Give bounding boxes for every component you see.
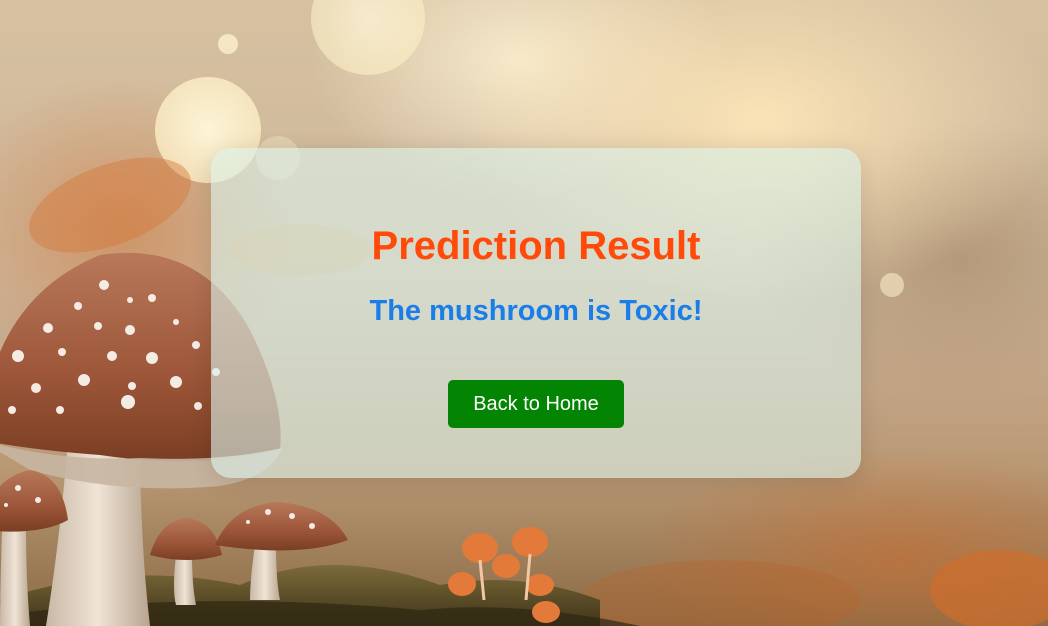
page-title: Prediction Result — [371, 224, 701, 268]
bokeh-light — [311, 0, 425, 75]
prediction-result-text: The mushroom is Toxic! — [369, 295, 703, 327]
result-card: Prediction Result The mushroom is Toxic!… — [211, 148, 861, 478]
bokeh-light — [880, 273, 904, 297]
back-to-home-button[interactable]: Back to Home — [448, 380, 624, 428]
bokeh-light — [218, 34, 238, 54]
page-background: Prediction Result The mushroom is Toxic!… — [0, 0, 1048, 626]
